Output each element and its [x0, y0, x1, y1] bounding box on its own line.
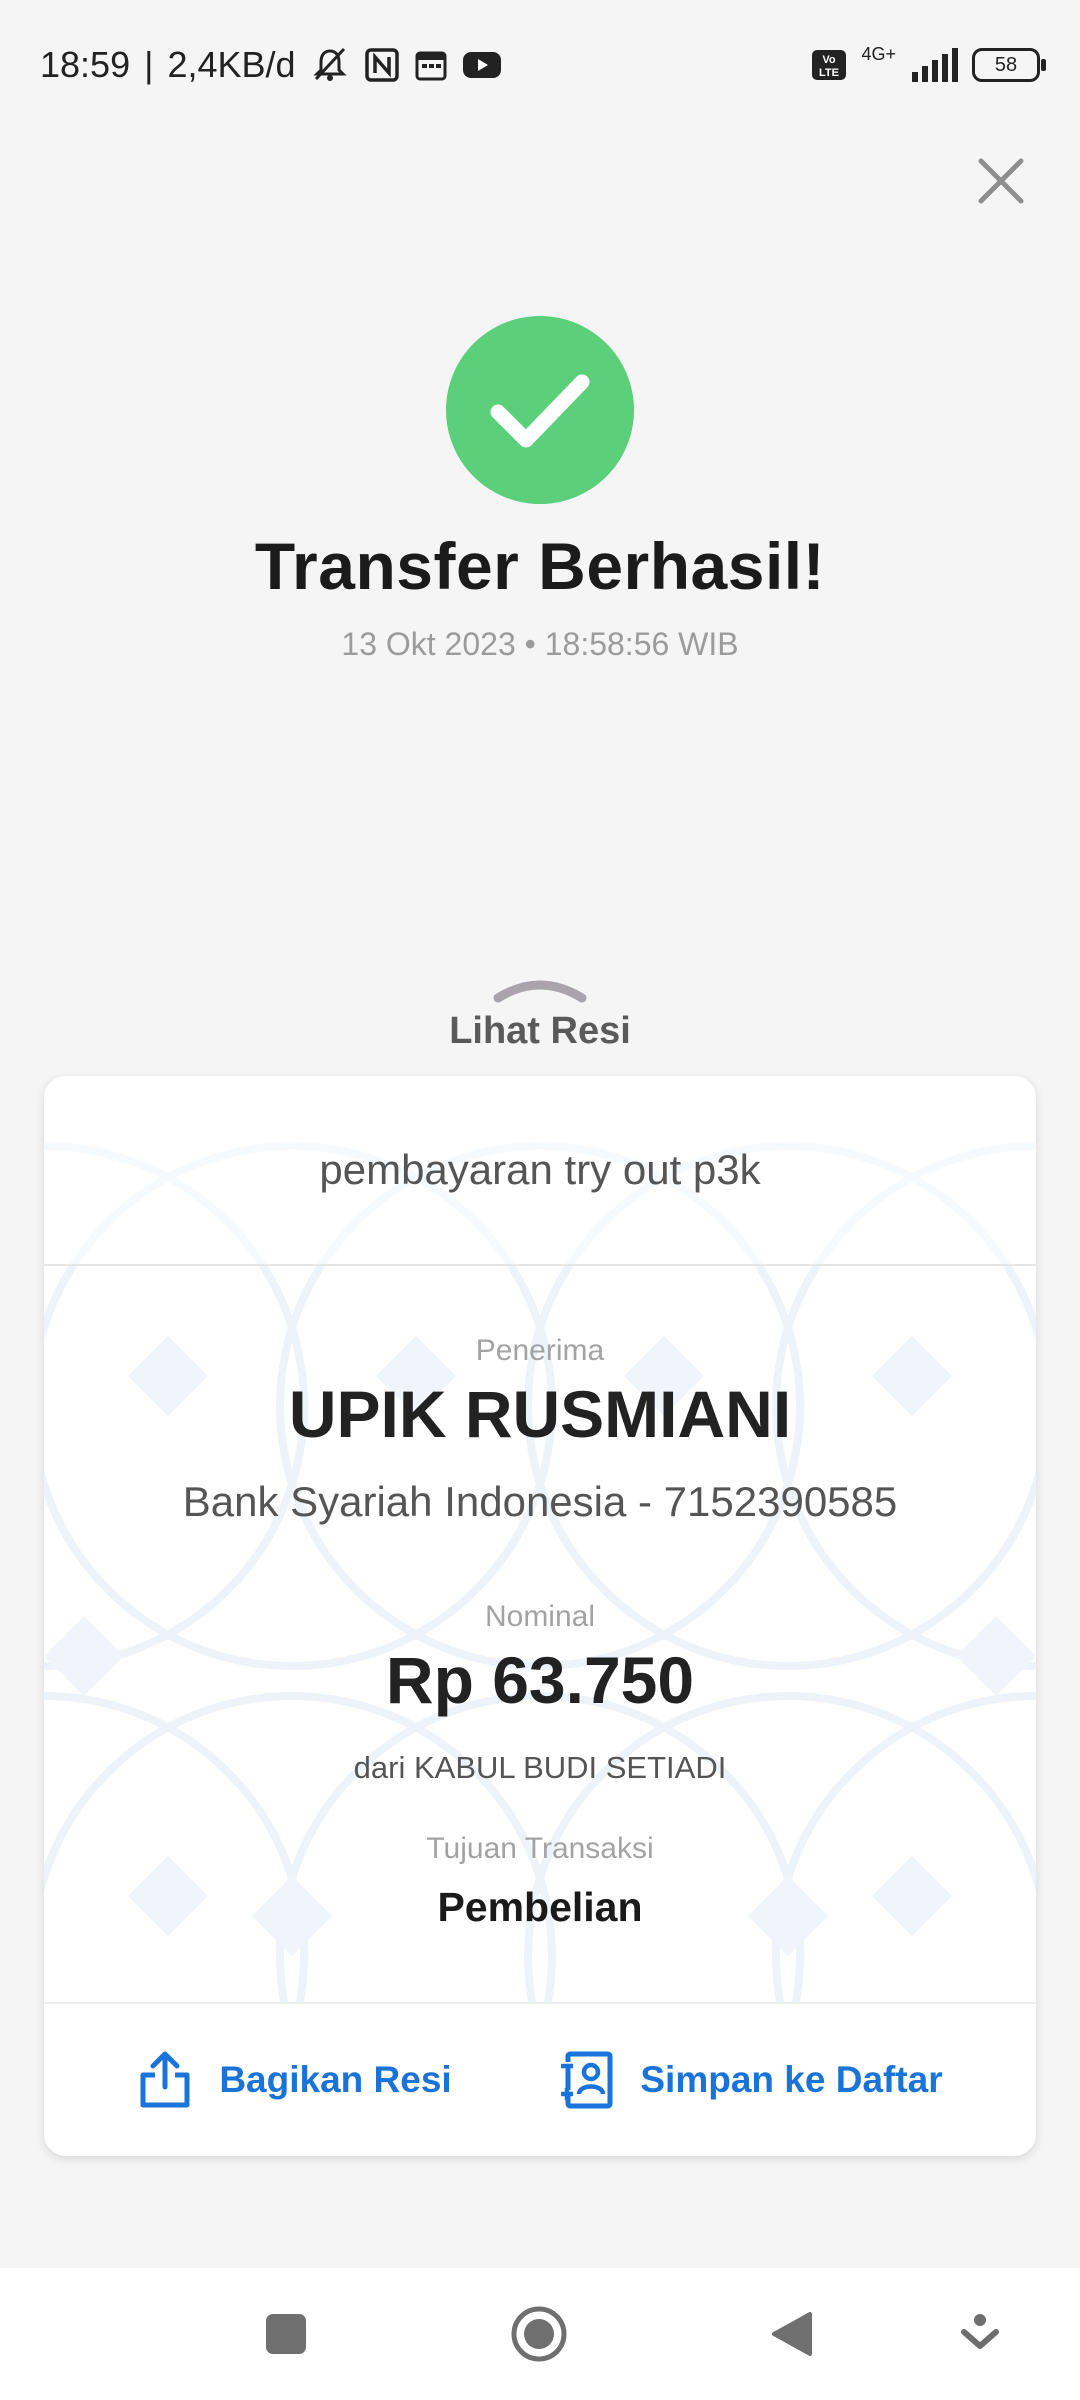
amount-label: Nominal — [484, 1600, 596, 1633]
transaction-datetime: 13 Okt 2023 • 18:58:56 WIB — [341, 626, 739, 662]
close-button[interactable] — [970, 150, 1032, 212]
status-time: 18:59 — [40, 44, 131, 85]
back-icon — [772, 2312, 812, 2356]
status-bar-right: Vo LTE 4G+ 58 — [811, 44, 1046, 82]
hide-nav-icon — [961, 2314, 999, 2349]
recipient-name: UPIK RUSMIANI — [288, 1377, 792, 1451]
recents-icon — [266, 2314, 306, 2354]
share-icon — [140, 2051, 190, 2108]
battery-icon: 58 — [972, 48, 1046, 82]
signal-icon — [910, 48, 958, 82]
view-receipt-toggle[interactable]: Lihat Resi — [0, 976, 1080, 1053]
share-receipt-label: Bagikan Resi — [219, 2059, 452, 2100]
sender-line: dari KABUL BUDI SETIADI — [353, 1750, 727, 1785]
battery-level: 58 — [994, 53, 1018, 76]
status-bar-left: 18:59 | 2,4KB/d — [40, 44, 502, 86]
close-icon — [978, 158, 1024, 204]
share-receipt-button[interactable]: Bagikan Resi — [137, 2051, 452, 2109]
purpose-value: Pembelian — [437, 1884, 643, 1930]
add-contact-icon — [560, 2051, 613, 2109]
youtube-icon — [462, 50, 502, 80]
recents-button[interactable] — [250, 2298, 322, 2370]
recipient-label: Penerima — [475, 1334, 605, 1367]
svg-text:Vo: Vo — [823, 54, 837, 66]
svg-text:LTE: LTE — [819, 67, 839, 79]
mute-bell-icon — [310, 45, 350, 85]
status-bar: 18:59 | 2,4KB/d Vo LTE 4G+ 58 — [0, 0, 1080, 130]
recipient-bank-account: Bank Syariah Indonesia - 7152390585 — [182, 1478, 898, 1525]
home-icon — [511, 2306, 567, 2362]
view-receipt-label: Lihat Resi — [449, 1010, 631, 1052]
amount-value: Rp 63.750 — [385, 1643, 695, 1717]
transaction-note: pembayaran try out p3k — [44, 1076, 1036, 1266]
system-nav-bar — [0, 2268, 1080, 2400]
nfc-icon — [364, 47, 400, 83]
page-title: Transfer Berhasil! — [254, 529, 826, 603]
receipt-card: pembayaran try out p3k Penerima UPIK RUS… — [44, 1076, 1036, 2156]
receipt-actions: Bagikan Resi Simpan ke Daftar — [44, 2002, 1036, 2156]
volte-icon: Vo LTE — [811, 49, 847, 81]
back-button[interactable] — [756, 2298, 828, 2370]
check-icon — [490, 374, 590, 448]
status-separator: | — [144, 44, 154, 85]
calendar-icon — [414, 48, 448, 82]
save-to-list-button[interactable]: Simpan ke Daftar — [558, 2050, 943, 2110]
status-net-speed: 2,4KB/d — [167, 44, 296, 85]
purpose-label: Tujuan Transaksi — [426, 1832, 654, 1865]
save-to-list-label: Simpan ke Daftar — [640, 2059, 943, 2100]
check-circle-icon — [446, 316, 634, 504]
hide-nav-button[interactable] — [944, 2298, 1016, 2370]
chevron-up-icon — [493, 980, 587, 1003]
network-type: 4G+ — [861, 44, 896, 64]
home-button[interactable] — [503, 2298, 575, 2370]
